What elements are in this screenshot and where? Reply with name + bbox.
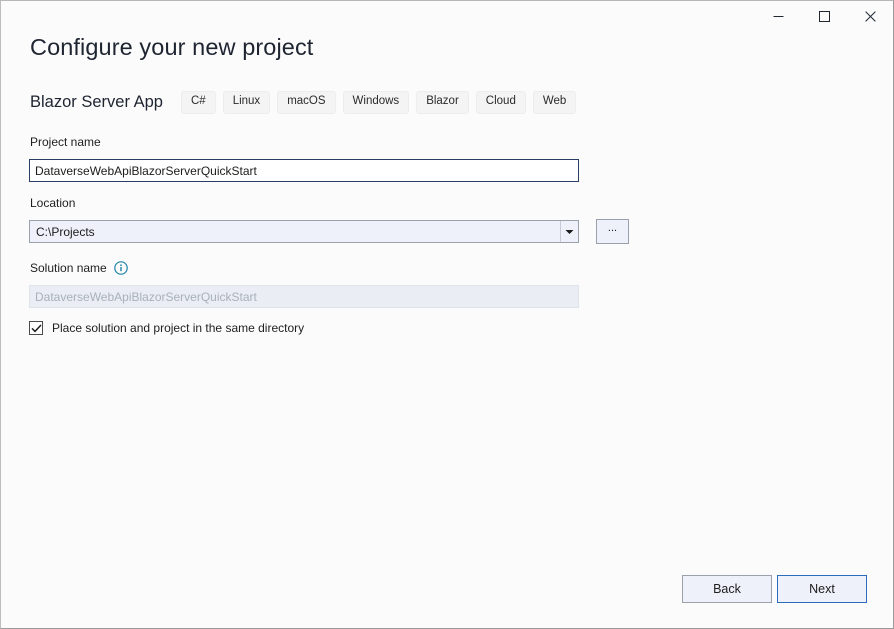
- title-bar: [1, 1, 893, 33]
- template-tag-cloud: Cloud: [476, 91, 526, 114]
- template-tag-windows: Windows: [343, 91, 410, 114]
- template-summary: Blazor Server App C# Linux macOS Windows…: [30, 89, 583, 115]
- solution-name-input: [29, 285, 579, 308]
- solution-name-label: Solution name: [30, 261, 128, 275]
- template-tag-blazor: Blazor: [416, 91, 469, 114]
- template-name: Blazor Server App: [30, 93, 163, 112]
- location-value: C:\Projects: [30, 225, 560, 239]
- project-name-input[interactable]: [29, 159, 579, 182]
- location-combobox[interactable]: C:\Projects: [29, 220, 579, 243]
- maximize-button[interactable]: [801, 1, 847, 31]
- next-button[interactable]: Next: [777, 575, 867, 603]
- same-directory-checkbox[interactable]: [29, 321, 43, 335]
- close-icon: [865, 11, 876, 22]
- close-button[interactable]: [847, 1, 893, 31]
- back-button[interactable]: Back: [682, 575, 772, 603]
- project-name-label: Project name: [30, 135, 101, 149]
- chevron-down-icon[interactable]: [560, 221, 578, 242]
- template-tag-web: Web: [533, 91, 576, 114]
- maximize-icon: [819, 11, 830, 22]
- browse-location-button[interactable]: ...: [596, 219, 629, 244]
- check-icon: [31, 324, 42, 333]
- template-tag-linux: Linux: [223, 91, 271, 114]
- minimize-icon: [773, 11, 784, 22]
- same-directory-checkbox-row[interactable]: Place solution and project in the same d…: [29, 321, 304, 335]
- same-directory-label: Place solution and project in the same d…: [52, 321, 304, 335]
- page-title: Configure your new project: [30, 34, 313, 61]
- template-tag-macos: macOS: [277, 91, 335, 114]
- location-label: Location: [30, 196, 75, 210]
- minimize-button[interactable]: [755, 1, 801, 31]
- info-icon[interactable]: [114, 261, 128, 275]
- template-tag-csharp: C#: [181, 91, 216, 114]
- configure-project-dialog: Configure your new project Blazor Server…: [0, 0, 894, 629]
- solution-name-label-text: Solution name: [30, 261, 107, 275]
